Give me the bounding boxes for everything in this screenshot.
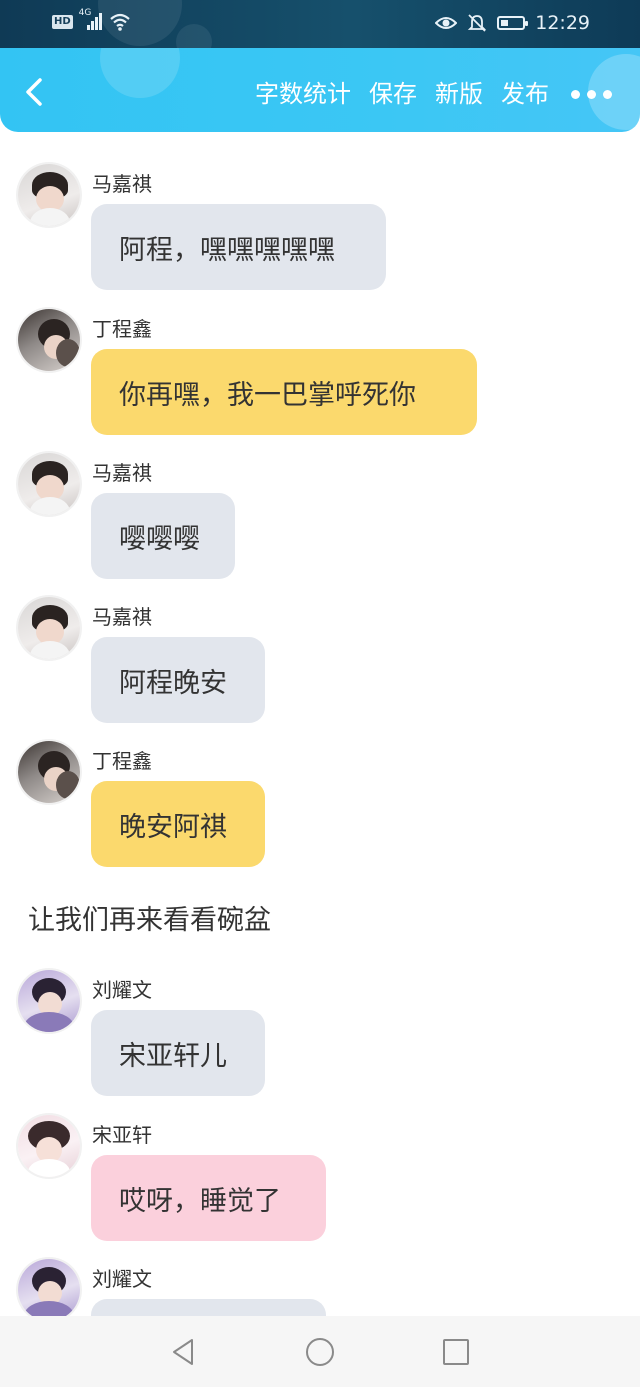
sender-name: 刘耀文 [92, 978, 152, 1002]
avatar[interactable] [18, 1115, 80, 1177]
more-dots-icon[interactable] [571, 89, 612, 99]
status-bar: HD 4G 12:29 [0, 0, 640, 60]
avatar[interactable] [18, 741, 80, 803]
message-bubble[interactable]: 你再嘿，我一巴掌呼死你 [91, 349, 477, 435]
status-right: 12:29 [435, 12, 590, 34]
wifi-icon [109, 13, 130, 31]
home-circle-icon[interactable] [304, 1336, 336, 1368]
eye-icon [435, 17, 458, 29]
message-bubble[interactable]: 阿程晚安 [91, 637, 265, 723]
avatar[interactable] [18, 1259, 80, 1316]
publish-button[interactable]: 发布 [501, 78, 549, 110]
back-triangle-icon[interactable] [168, 1336, 200, 1368]
avatar[interactable] [18, 164, 80, 226]
status-time: 12:29 [535, 12, 590, 34]
sender-name: 丁程鑫 [92, 749, 152, 773]
system-nav-bar [0, 1316, 640, 1387]
decor-bubble [100, 48, 180, 98]
signal-icon: 4G [79, 8, 103, 32]
app-header: 字数统计 保存 新版 发布 [0, 48, 640, 132]
battery-icon [497, 16, 529, 30]
header-actions: 字数统计 保存 新版 发布 [255, 78, 612, 110]
network-label: 4G [78, 8, 92, 18]
sender-name: 刘耀文 [92, 1267, 152, 1291]
message-bubble[interactable]: 嘤嘤嘤 [91, 493, 235, 579]
avatar[interactable] [18, 970, 80, 1032]
sender-name: 马嘉祺 [92, 605, 152, 629]
message-bubble[interactable]: 哎呀，睡觉了 [91, 1155, 326, 1241]
avatar[interactable] [18, 597, 80, 659]
chevron-left-icon[interactable] [18, 74, 54, 110]
message-bubble[interactable] [91, 1299, 326, 1316]
save-button[interactable]: 保存 [369, 78, 417, 110]
sender-name: 丁程鑫 [92, 317, 152, 341]
battery-fill [501, 20, 509, 26]
message-bubble[interactable]: 阿程，嘿嘿嘿嘿嘿 [91, 204, 386, 290]
sender-name: 马嘉祺 [92, 461, 152, 485]
screen: HD 4G 12:29 字数统计 保存 新版 发布 马嘉祺 阿程，嘿嘿嘿嘿嘿 丁… [0, 0, 640, 1387]
new-version-button[interactable]: 新版 [435, 78, 483, 110]
narration-text: 让我们再来看看碗盆 [28, 905, 271, 936]
bell-off-icon [468, 14, 487, 32]
message-bubble[interactable]: 晚安阿祺 [91, 781, 265, 867]
message-bubble[interactable]: 宋亚轩儿 [91, 1010, 265, 1096]
hd-badge: HD [52, 15, 73, 29]
recents-square-icon[interactable] [440, 1336, 472, 1368]
avatar[interactable] [18, 453, 80, 515]
word-count-button[interactable]: 字数统计 [255, 78, 351, 110]
status-left: HD 4G [52, 8, 131, 32]
sender-name: 马嘉祺 [92, 172, 152, 196]
avatar[interactable] [18, 309, 80, 371]
chat-area[interactable]: 马嘉祺 阿程，嘿嘿嘿嘿嘿 丁程鑫 你再嘿，我一巴掌呼死你 马嘉祺 嘤嘤嘤 马嘉祺… [0, 132, 640, 1316]
sender-name: 宋亚轩 [92, 1123, 152, 1147]
